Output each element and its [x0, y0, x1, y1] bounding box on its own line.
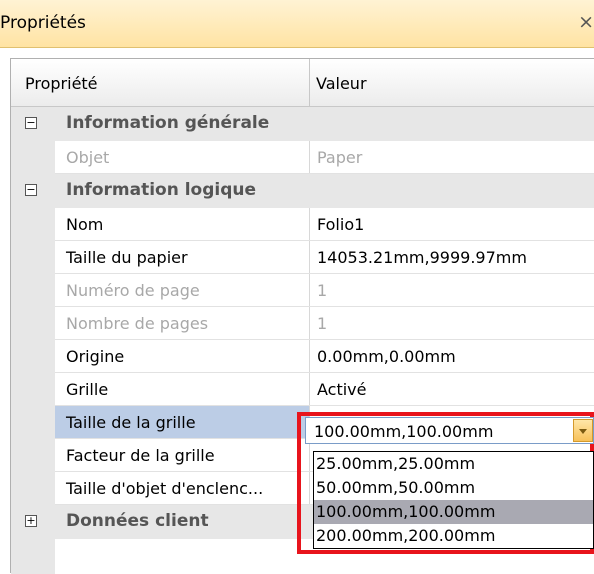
property-value: Paper	[317, 148, 363, 167]
dropdown-option-selected[interactable]: 100.00mm,100.00mm	[314, 500, 593, 524]
chevron-down-icon[interactable]	[573, 419, 593, 442]
property-value[interactable]: 0.00mm,0.00mm	[317, 347, 456, 366]
panel-title: Propriétés	[0, 13, 86, 33]
property-name: Taille de la grille	[66, 413, 196, 432]
property-name: Facteur de la grille	[66, 446, 215, 465]
collapse-icon[interactable]: −	[25, 117, 37, 129]
row-nom[interactable]: Nom Folio1	[11, 208, 594, 241]
expand-icon[interactable]: +	[25, 515, 37, 527]
property-value: 1	[317, 281, 328, 300]
category-logical[interactable]: − Information logique	[11, 174, 594, 208]
property-name: Objet	[66, 148, 110, 167]
row-numero-page[interactable]: Numéro de page 1	[11, 274, 594, 307]
header-property[interactable]: Propriété	[25, 74, 98, 93]
header-value[interactable]: Valeur	[316, 74, 367, 93]
combobox-value[interactable]: 100.00mm,100.00mm	[314, 422, 493, 441]
property-name: Taille d'objet d'enclenc...	[66, 479, 264, 498]
close-icon[interactable]: ×	[576, 10, 594, 34]
category-label: Information générale	[66, 113, 270, 133]
category-label: Données client	[66, 511, 209, 531]
grid-size-combobox[interactable]: 100.00mm,100.00mm	[305, 417, 594, 444]
category-label: Information logique	[66, 180, 257, 200]
dropdown-option[interactable]: 50.00mm,50.00mm	[314, 476, 593, 500]
collapse-icon[interactable]: −	[25, 184, 37, 196]
property-value[interactable]: Activé	[317, 380, 367, 399]
property-value[interactable]: Folio1	[317, 215, 364, 234]
category-general[interactable]: − Information générale	[11, 107, 594, 141]
row-grille[interactable]: Grille Activé	[11, 373, 594, 406]
property-name: Nom	[66, 215, 104, 234]
dropdown-option[interactable]: 25.00mm,25.00mm	[314, 452, 593, 476]
property-value[interactable]: 14053.21mm,9999.97mm	[317, 248, 527, 267]
property-name: Nombre de pages	[66, 314, 209, 333]
grid-header: Propriété Valeur	[11, 59, 594, 107]
dropdown-option[interactable]: 200.00mm,200.00mm	[314, 524, 593, 548]
property-name: Numéro de page	[66, 281, 200, 300]
property-name: Taille du papier	[66, 248, 188, 267]
row-objet[interactable]: Objet Paper	[11, 141, 594, 174]
property-value: 1	[317, 314, 328, 333]
header-separator[interactable]	[309, 59, 310, 107]
row-nombre-pages[interactable]: Nombre de pages 1	[11, 307, 594, 340]
panel-title-bar: Propriétés ×	[0, 0, 594, 48]
row-taille-papier[interactable]: Taille du papier 14053.21mm,9999.97mm	[11, 241, 594, 274]
property-name: Origine	[66, 347, 125, 366]
row-origine[interactable]: Origine 0.00mm,0.00mm	[11, 340, 594, 373]
grid-size-dropdown-list[interactable]: 25.00mm,25.00mm 50.00mm,50.00mm 100.00mm…	[313, 451, 594, 549]
property-name: Grille	[66, 380, 109, 399]
